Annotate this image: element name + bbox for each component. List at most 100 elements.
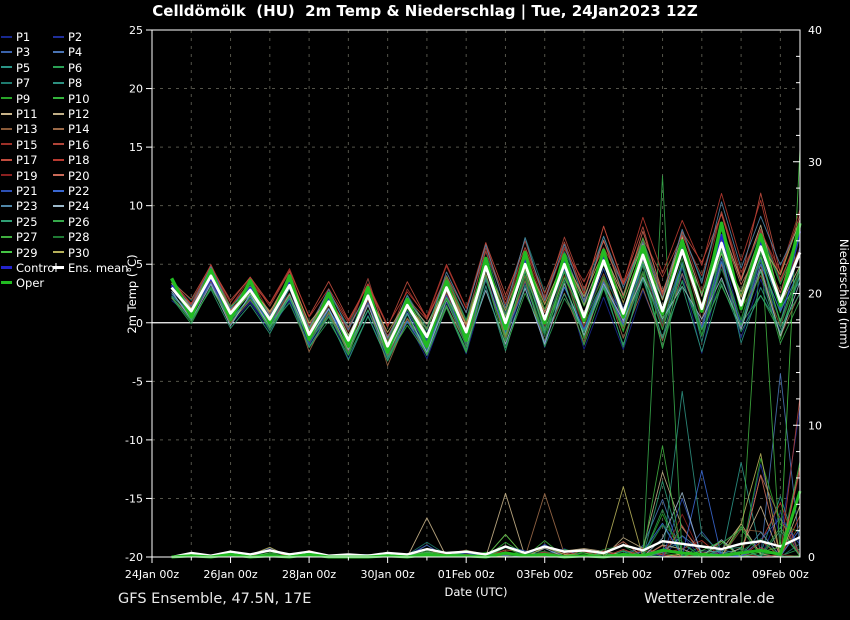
legend-label: P13 (16, 122, 38, 136)
legend-item: P6 (53, 61, 82, 76)
svg-text:03Feb 00z: 03Feb 00z (516, 568, 573, 581)
legend-label: P25 (16, 215, 38, 229)
legend-item: P27 (1, 230, 38, 245)
legend-item: P23 (1, 199, 38, 214)
svg-text:10: 10 (808, 419, 822, 432)
legend-label: P4 (68, 45, 82, 59)
legend-color-swatch (1, 220, 12, 222)
legend-color-swatch (53, 190, 64, 192)
legend-label: P30 (68, 246, 90, 260)
legend-label: P15 (16, 138, 38, 152)
legend-color-swatch (53, 251, 64, 253)
svg-text:-5: -5 (132, 375, 143, 388)
legend-item: P15 (1, 138, 38, 153)
legend-label: P22 (68, 184, 90, 198)
legend-color-swatch (1, 174, 12, 176)
legend-item: P8 (53, 76, 82, 91)
legend-color-swatch (1, 236, 12, 238)
svg-text:40: 40 (808, 24, 822, 37)
legend-label: P9 (16, 92, 30, 106)
footer-brand: Wetterzentrale.de (644, 591, 775, 607)
legend-item: Oper (1, 276, 44, 291)
legend-label: P27 (16, 230, 38, 244)
legend-item: P14 (53, 122, 90, 137)
legend-color-swatch (53, 205, 64, 207)
legend-color-swatch (53, 266, 64, 269)
legend-label: P10 (68, 92, 90, 106)
legend-item: P7 (1, 76, 30, 91)
legend-label: P21 (16, 184, 38, 198)
legend-color-swatch (53, 82, 64, 84)
legend-color-swatch (1, 66, 12, 68)
legend-item: P9 (1, 92, 30, 107)
legend-item: Ens. mean (53, 261, 128, 276)
legend-color-swatch (1, 36, 12, 38)
legend-label: P16 (68, 138, 90, 152)
legend: P1P2P3P4P5P6P7P8P9P10P11P12P13P14P15P16P… (0, 30, 160, 292)
legend-color-swatch (1, 97, 12, 99)
legend-item: P24 (53, 199, 90, 214)
svg-text:20: 20 (808, 288, 822, 301)
legend-color-swatch (1, 190, 12, 192)
legend-label: Oper (16, 276, 44, 290)
legend-item: P22 (53, 184, 90, 199)
legend-item: P29 (1, 246, 38, 261)
svg-text:-10: -10 (125, 434, 143, 447)
legend-item: P11 (1, 107, 38, 122)
legend-color-swatch (53, 220, 64, 222)
legend-item: P2 (53, 30, 82, 45)
legend-item: P17 (1, 153, 38, 168)
legend-color-swatch (1, 82, 12, 84)
legend-item: P4 (53, 45, 82, 60)
svg-text:26Jan 00z: 26Jan 00z (203, 568, 257, 581)
legend-color-swatch (53, 143, 64, 145)
legend-item: P18 (53, 153, 90, 168)
legend-item: P21 (1, 184, 38, 199)
legend-label: P24 (68, 199, 90, 213)
svg-text:-15: -15 (125, 492, 143, 505)
legend-label: P1 (16, 30, 30, 44)
legend-label: P26 (68, 215, 90, 229)
legend-label: P11 (16, 107, 38, 121)
legend-label: Ens. mean (68, 261, 128, 275)
legend-item: P19 (1, 169, 38, 184)
legend-color-swatch (1, 51, 12, 53)
legend-color-swatch (53, 236, 64, 238)
legend-color-swatch (53, 97, 64, 99)
legend-item: P26 (53, 215, 90, 230)
legend-color-swatch (53, 128, 64, 130)
legend-label: Control (16, 261, 58, 275)
legend-label: P5 (16, 61, 30, 75)
legend-item: P30 (53, 246, 90, 261)
svg-text:24Jan 00z: 24Jan 00z (125, 568, 179, 581)
svg-text:05Feb 00z: 05Feb 00z (595, 568, 652, 581)
legend-color-swatch (53, 66, 64, 68)
legend-label: P7 (16, 76, 30, 90)
svg-text:09Feb 00z: 09Feb 00z (752, 568, 809, 581)
legend-label: P18 (68, 153, 90, 167)
svg-text:28Jan 00z: 28Jan 00z (282, 568, 336, 581)
legend-item: P5 (1, 61, 30, 76)
legend-label: P28 (68, 230, 90, 244)
legend-label: P12 (68, 107, 90, 121)
legend-color-swatch (53, 159, 64, 161)
svg-text:01Feb 00z: 01Feb 00z (438, 568, 495, 581)
legend-color-swatch (1, 128, 12, 130)
svg-text:0: 0 (808, 551, 815, 564)
legend-color-swatch (1, 205, 12, 207)
legend-item: P10 (53, 92, 90, 107)
legend-item: P3 (1, 45, 30, 60)
legend-item: P16 (53, 138, 90, 153)
svg-text:30Jan 00z: 30Jan 00z (361, 568, 415, 581)
legend-label: P8 (68, 76, 82, 90)
legend-color-swatch (1, 143, 12, 145)
meteogram-page: { "header": { "title": "Celldömölk (HU) … (0, 0, 850, 620)
legend-item: P13 (1, 122, 38, 137)
legend-item: P1 (1, 30, 30, 45)
legend-color-swatch (1, 113, 12, 115)
legend-label: P19 (16, 169, 38, 183)
legend-label: P2 (68, 30, 82, 44)
legend-item: P25 (1, 215, 38, 230)
svg-text:30: 30 (808, 156, 822, 169)
footer-model-info: GFS Ensemble, 47.5N, 17E (118, 591, 311, 607)
